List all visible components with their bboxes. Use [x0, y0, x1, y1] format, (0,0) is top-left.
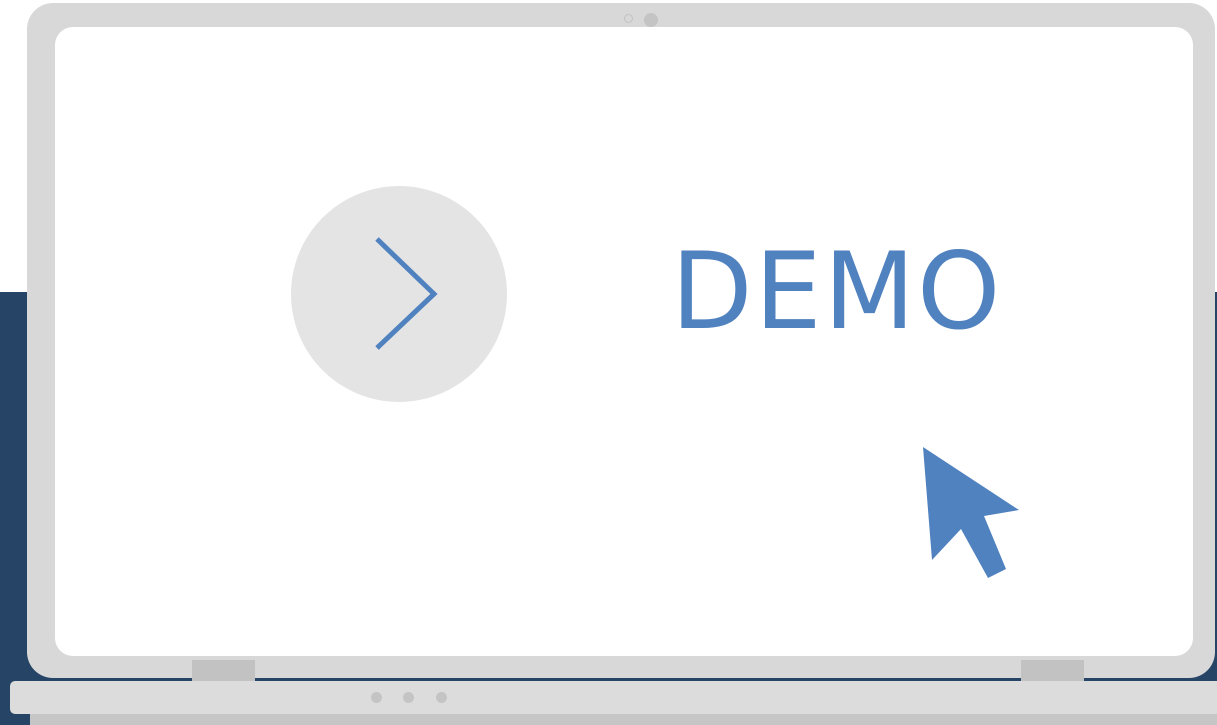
- camera-sensor-icon: [624, 14, 633, 23]
- indicator-light-2: [403, 692, 414, 703]
- right-hinge: [1021, 660, 1084, 681]
- demo-illustration: DEMO: [0, 0, 1217, 725]
- play-button[interactable]: [291, 186, 507, 402]
- webcam-icon: [644, 13, 658, 27]
- left-hinge: [192, 660, 255, 681]
- chevron-right-icon: [375, 237, 438, 350]
- laptop-base: [10, 681, 1217, 714]
- indicator-light-3: [436, 692, 447, 703]
- demo-label: DEMO: [671, 230, 1003, 353]
- indicator-light-1: [371, 692, 382, 703]
- mouse-pointer-icon: [923, 447, 1019, 578]
- laptop-base-shadow: [30, 714, 1217, 725]
